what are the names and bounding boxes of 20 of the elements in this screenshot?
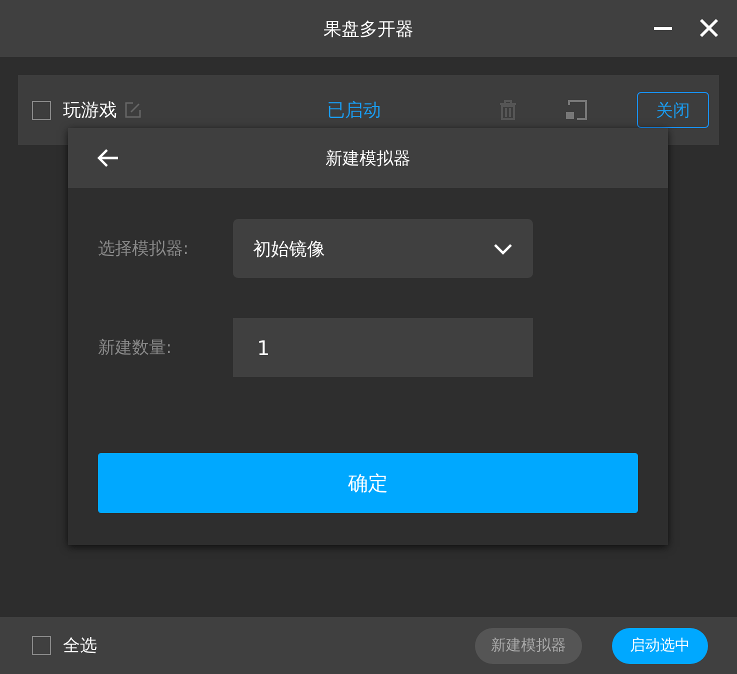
new-emulator-button[interactable]: 新建模拟器 [475,628,582,664]
field-label: 新建数量: [98,337,173,359]
edit-icon[interactable] [125,102,141,118]
confirm-button[interactable]: 确定 [98,453,638,513]
screen-icon[interactable] [565,100,587,120]
emulator-dropdown[interactable]: 初始镜像 [233,219,533,278]
status-text: 已启动 [327,99,381,122]
window-title: 果盘多开器 [324,18,414,40]
checkbox[interactable] [32,100,51,120]
chevron-down-icon [493,242,513,254]
instance-name: 玩游戏 [63,99,117,122]
dialog-title: 新建模拟器 [326,148,410,170]
close-icon[interactable] [699,18,719,38]
field-label: 选择模拟器: [98,238,190,260]
start-selected-button[interactable]: 启动选中 [612,628,708,664]
select-all-checkbox[interactable] [32,636,51,655]
select-all-label: 全选 [63,635,97,657]
close-button[interactable]: 关闭 [637,92,709,128]
back-arrow-icon[interactable] [97,149,119,167]
count-input-field[interactable]: 1 [233,318,533,377]
